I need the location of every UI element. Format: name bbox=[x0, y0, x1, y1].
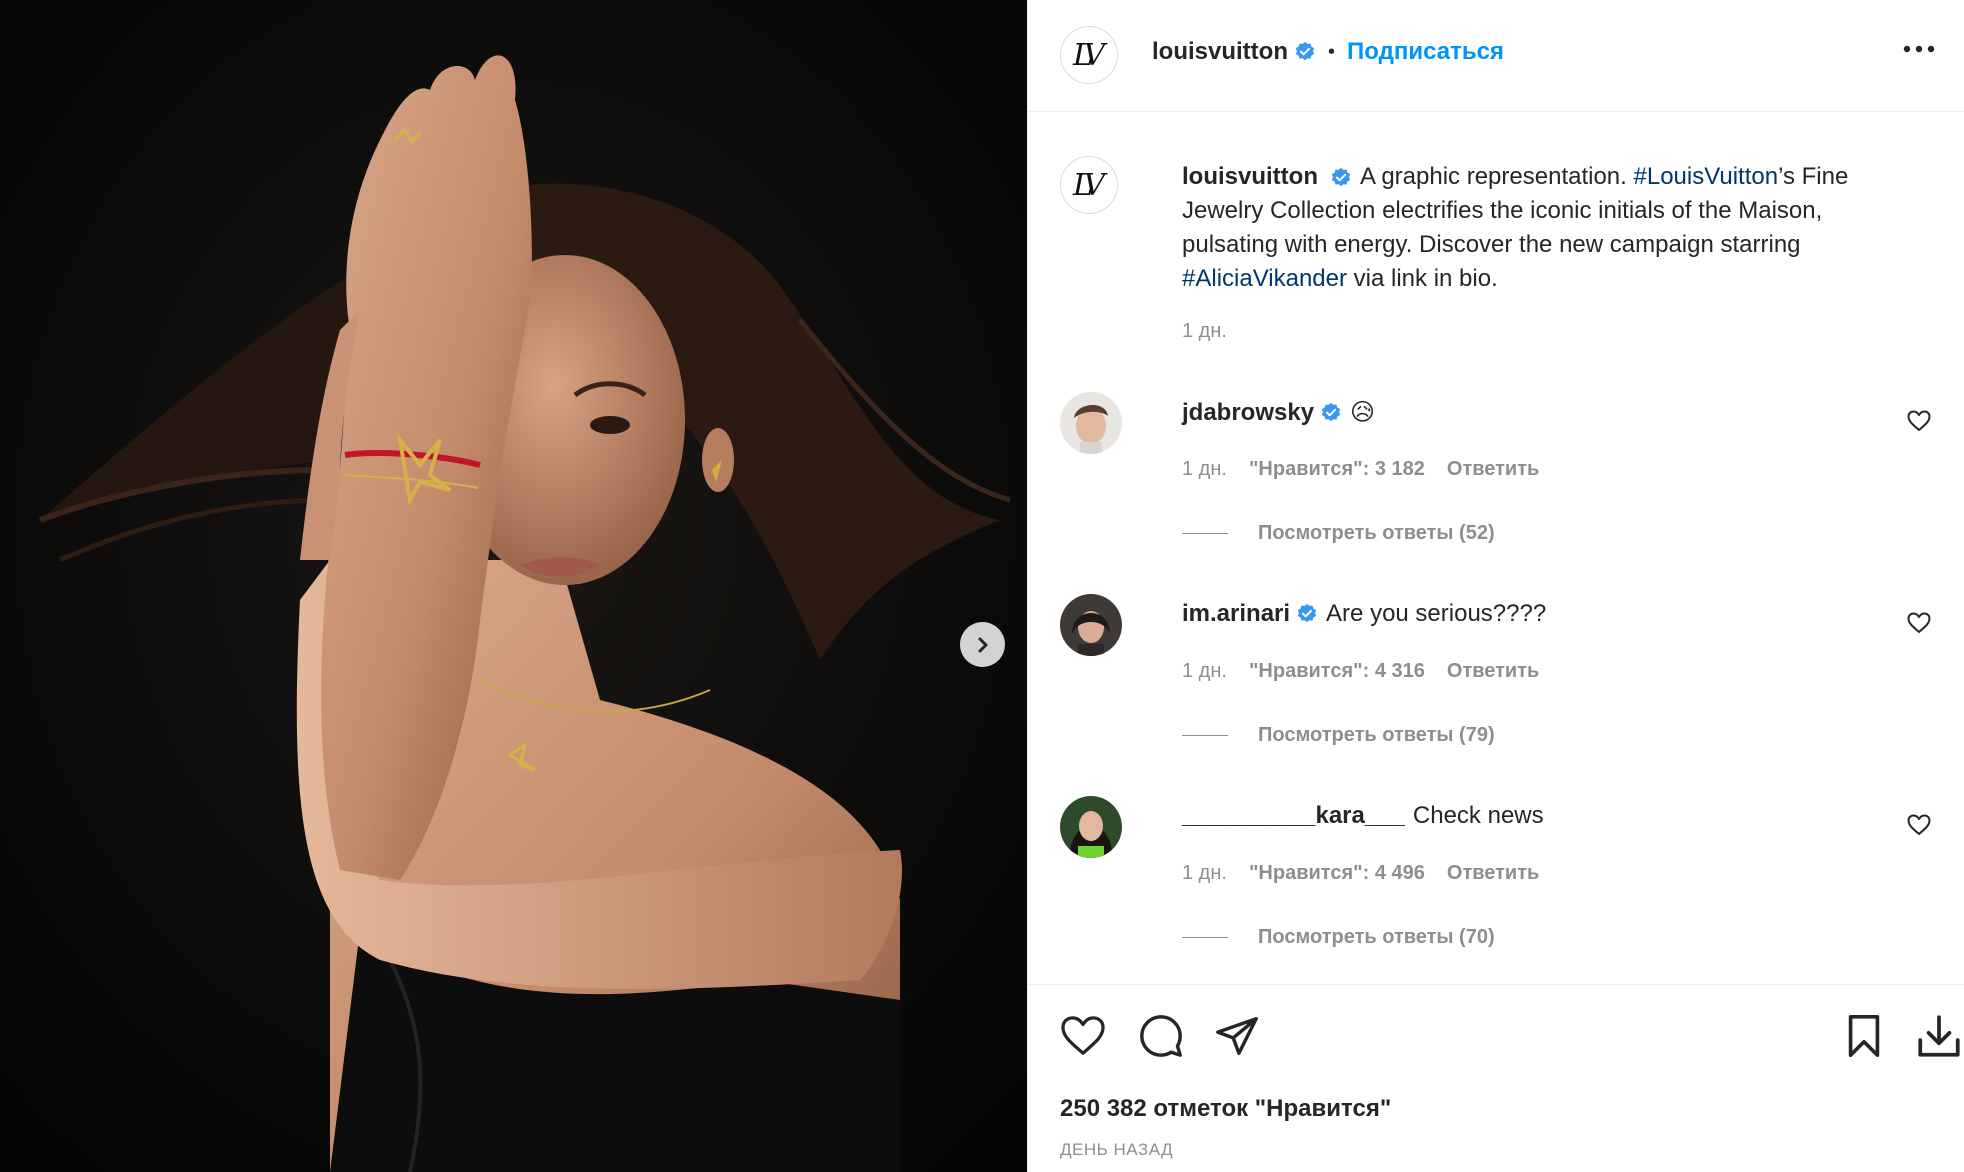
post-actions: 250 382 отметок "Нравится" ДЕНЬ НАЗАД bbox=[1028, 984, 1964, 1172]
reply-button[interactable]: Ответить bbox=[1447, 458, 1539, 481]
share-button[interactable] bbox=[1214, 1013, 1260, 1064]
comment-like-button[interactable] bbox=[1907, 612, 1931, 639]
replies-divider bbox=[1182, 735, 1228, 736]
comment-item: jdabrowsky 😥 1 дн. "Нравится": 3 182 Отв… bbox=[1028, 392, 1964, 592]
post-caption: louisvuitton A graphic representation. #… bbox=[1182, 160, 1922, 296]
avatar-image bbox=[1060, 392, 1122, 454]
view-replies-button[interactable]: Посмотреть ответы (52) bbox=[1182, 522, 1495, 545]
author-username[interactable]: louisvuitton bbox=[1152, 38, 1288, 66]
download-button[interactable] bbox=[1914, 1011, 1964, 1066]
comment-like-button[interactable] bbox=[1907, 410, 1931, 437]
paper-plane-icon bbox=[1216, 1017, 1258, 1055]
reply-button[interactable]: Ответить bbox=[1447, 660, 1539, 683]
hashtag-link[interactable]: #AliciaVikander bbox=[1182, 265, 1347, 292]
verified-badge-icon bbox=[1297, 603, 1317, 623]
commenter-avatar[interactable] bbox=[1060, 594, 1122, 656]
comment-icon bbox=[1140, 1015, 1182, 1057]
avatar-image bbox=[1060, 796, 1122, 858]
view-replies-button[interactable]: Посмотреть ответы (70) bbox=[1182, 926, 1495, 949]
comment-text: Check news bbox=[1412, 802, 1544, 829]
reply-button[interactable]: Ответить bbox=[1447, 862, 1539, 885]
caption-author-avatar[interactable]: LV bbox=[1060, 156, 1118, 214]
comment-line: im.arinari Are you serious???? bbox=[1182, 600, 1546, 628]
save-button[interactable] bbox=[1844, 1013, 1884, 1064]
post-date[interactable]: ДЕНЬ НАЗАД bbox=[1060, 1140, 1173, 1160]
view-replies-label: Посмотреть ответы (52) bbox=[1258, 522, 1495, 544]
comment-timestamp[interactable]: 1 дн. bbox=[1182, 660, 1227, 683]
comment-item: im.arinari Are you serious???? 1 дн. "Нр… bbox=[1028, 594, 1964, 794]
instagram-post: LV louisvuitton • Подписаться LV louisvu… bbox=[0, 0, 1964, 1172]
heart-icon bbox=[1061, 1016, 1105, 1055]
comment-meta: 1 дн. "Нравится": 4 316 Ответить bbox=[1182, 660, 1539, 683]
comment-likes[interactable]: "Нравится": 4 496 bbox=[1249, 862, 1425, 885]
comment-line: jdabrowsky 😥 bbox=[1182, 398, 1375, 427]
comment-username[interactable]: __________kara___ bbox=[1182, 802, 1405, 830]
view-replies-label: Посмотреть ответы (79) bbox=[1258, 724, 1495, 746]
likes-count[interactable]: 250 382 отметок "Нравится" bbox=[1060, 1095, 1391, 1123]
lv-logo-icon: LV bbox=[1072, 37, 1105, 73]
comment-text: Are you serious???? bbox=[1326, 600, 1547, 627]
verified-badge-icon bbox=[1331, 167, 1351, 186]
next-photo-button[interactable] bbox=[960, 622, 1005, 667]
view-replies-label: Посмотреть ответы (70) bbox=[1258, 926, 1495, 948]
commenter-avatar[interactable] bbox=[1060, 796, 1122, 858]
commenter-avatar[interactable] bbox=[1060, 392, 1122, 454]
comment-button[interactable] bbox=[1138, 1013, 1184, 1064]
comment-username[interactable]: jdabrowsky bbox=[1182, 399, 1314, 427]
lv-logo-icon: LV bbox=[1072, 167, 1105, 203]
comment-like-button[interactable] bbox=[1907, 814, 1931, 841]
verified-badge-icon bbox=[1321, 402, 1341, 421]
comment-text: 😥 bbox=[1350, 399, 1376, 426]
download-icon bbox=[1918, 1015, 1960, 1057]
post-photo[interactable] bbox=[0, 0, 1027, 1172]
comment-line: __________kara___ Check news bbox=[1182, 802, 1544, 830]
caption-text-part: via link in bio. bbox=[1347, 265, 1498, 292]
comments-section: LV louisvuitton A graphic representation… bbox=[1028, 112, 1964, 982]
follow-button[interactable]: Подписаться bbox=[1347, 38, 1504, 66]
comment-item: __________kara___ Check news 1 дн. "Нрав… bbox=[1028, 796, 1964, 996]
caption-username[interactable]: louisvuitton bbox=[1182, 163, 1318, 190]
chevron-right-icon bbox=[978, 637, 987, 652]
comment-username[interactable]: im.arinari bbox=[1182, 600, 1290, 628]
comment-likes[interactable]: "Нравится": 4 316 bbox=[1249, 660, 1425, 683]
caption-text-part: A graphic representation. bbox=[1359, 163, 1634, 190]
more-options-icon bbox=[1903, 45, 1935, 53]
avatar-image bbox=[1060, 594, 1122, 656]
post-side-panel: LV louisvuitton • Подписаться LV louisvu… bbox=[1027, 0, 1964, 1172]
bookmark-icon bbox=[1848, 1015, 1880, 1057]
comment-timestamp[interactable]: 1 дн. bbox=[1182, 458, 1227, 481]
header-user: louisvuitton • Подписаться bbox=[1152, 38, 1504, 66]
comment-timestamp[interactable]: 1 дн. bbox=[1182, 862, 1227, 885]
separator-dot: • bbox=[1327, 40, 1335, 63]
more-options-button[interactable] bbox=[1903, 40, 1935, 58]
comment-meta: 1 дн. "Нравится": 3 182 Ответить bbox=[1182, 458, 1539, 481]
heart-icon bbox=[1907, 612, 1931, 633]
verified-badge-icon bbox=[1295, 41, 1315, 61]
post-header: LV louisvuitton • Подписаться bbox=[1028, 0, 1964, 112]
caption-timestamp[interactable]: 1 дн. bbox=[1182, 320, 1227, 343]
hashtag-link[interactable]: #LouisVuitton bbox=[1634, 163, 1779, 190]
heart-icon bbox=[1907, 814, 1931, 835]
heart-icon bbox=[1907, 410, 1931, 431]
comment-meta: 1 дн. "Нравится": 4 496 Ответить bbox=[1182, 862, 1539, 885]
comment-likes[interactable]: "Нравится": 3 182 bbox=[1249, 458, 1425, 481]
view-replies-button[interactable]: Посмотреть ответы (79) bbox=[1182, 724, 1495, 747]
replies-divider bbox=[1182, 533, 1228, 534]
author-avatar[interactable]: LV bbox=[1060, 26, 1118, 84]
like-button[interactable] bbox=[1060, 1015, 1106, 1062]
replies-divider bbox=[1182, 937, 1228, 938]
campaign-photo bbox=[0, 0, 1027, 1172]
